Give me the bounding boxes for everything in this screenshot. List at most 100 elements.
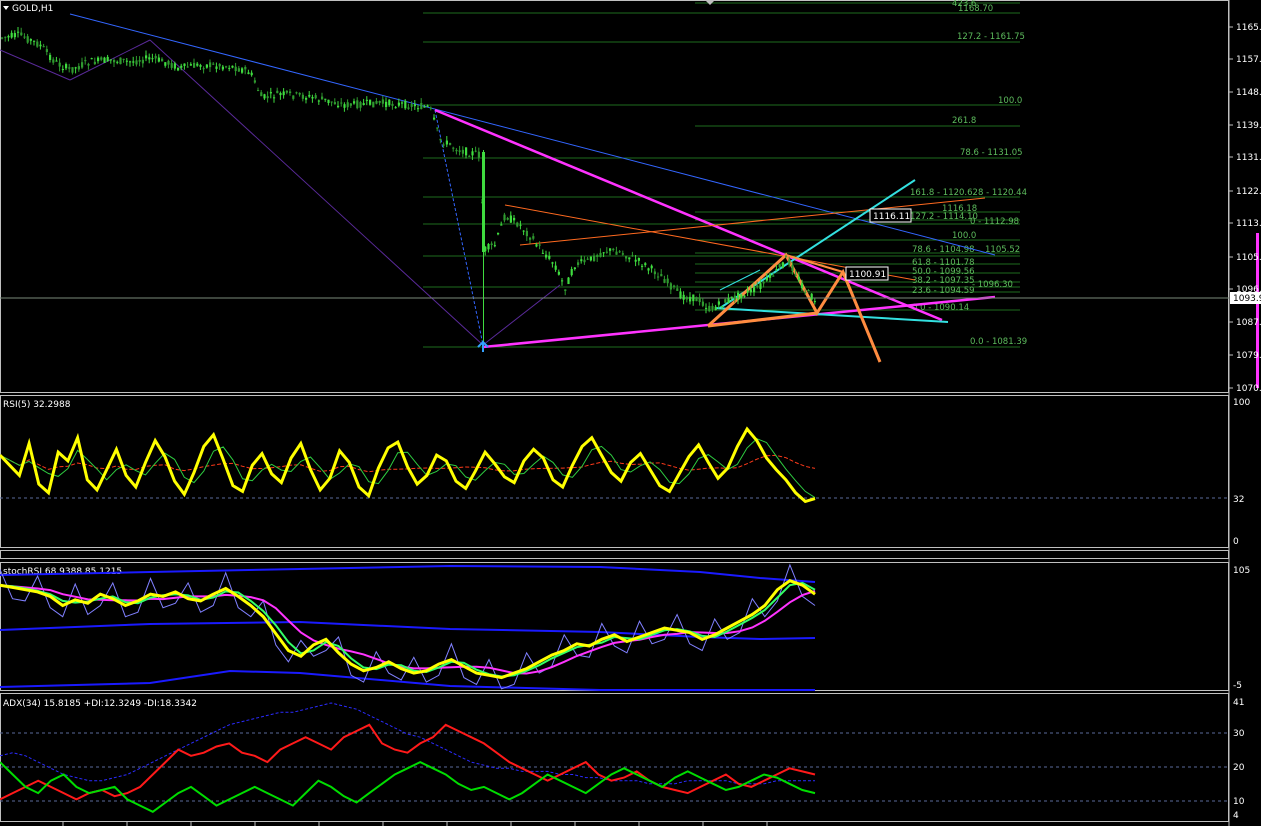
candle-body <box>119 57 122 65</box>
candle-body <box>631 255 634 257</box>
candle-body <box>10 32 13 38</box>
candle-body <box>417 108 420 110</box>
candle-body <box>497 232 500 235</box>
candle-body <box>388 99 391 106</box>
price-tick-label: 1122.2 <box>1236 187 1261 197</box>
candle-body <box>593 255 596 262</box>
candle-body <box>522 230 525 232</box>
candle-body <box>189 64 192 66</box>
candle-body <box>13 33 16 38</box>
candle-body <box>135 60 138 65</box>
price-box-2-text: 1100.91 <box>849 270 886 280</box>
candle-body <box>708 305 711 312</box>
candle-body <box>145 55 148 59</box>
candle-body <box>561 280 564 282</box>
candle-body <box>413 104 416 107</box>
candle-body <box>804 291 807 293</box>
candle-body <box>132 61 135 63</box>
candle-body <box>685 296 688 300</box>
candle-body <box>42 46 45 48</box>
candle-body <box>564 289 567 291</box>
candle-body <box>314 95 317 99</box>
candle-body <box>202 68 205 70</box>
candle-body <box>657 276 660 278</box>
candle-body <box>436 127 439 129</box>
candle-body <box>660 274 663 277</box>
stoch-axis-top: 105 <box>1233 566 1250 576</box>
candle-body <box>97 57 100 62</box>
candle-body <box>199 64 202 67</box>
candle-body <box>173 63 176 69</box>
candle-body <box>519 224 522 226</box>
chart-canvas[interactable]: 423.61168.70127.2 - 1161.75100.0261.878.… <box>0 0 1261 826</box>
candle-body <box>625 256 628 259</box>
candle-body <box>52 59 55 63</box>
candle-body <box>356 100 359 109</box>
candle-body <box>343 104 346 108</box>
candle-body <box>263 94 266 99</box>
candle-body <box>129 61 132 63</box>
candle-body <box>609 248 612 251</box>
purple-line-3 <box>149 39 484 346</box>
candle-body <box>474 150 477 152</box>
adx-axis-30: 30 <box>1233 729 1245 739</box>
candle-body <box>17 31 20 33</box>
candle-body <box>100 57 103 60</box>
candle-body <box>465 147 468 156</box>
candle-body <box>340 102 343 104</box>
candle-body <box>589 256 592 261</box>
candle-body <box>1 37 4 39</box>
candle-body <box>762 282 765 284</box>
candle-body <box>490 243 493 246</box>
candle-body <box>71 67 74 73</box>
candle-body <box>362 103 365 106</box>
candle-body <box>666 278 669 284</box>
candle-body <box>711 305 714 310</box>
candle-body <box>301 94 304 99</box>
candle-body <box>794 274 797 276</box>
candle-body <box>269 92 272 94</box>
candle-body <box>372 101 375 108</box>
candle-body <box>695 297 698 302</box>
candle-body <box>157 57 160 62</box>
candle-body <box>298 92 301 95</box>
candle-body <box>516 222 519 227</box>
adx-axis-20: 20 <box>1233 763 1245 773</box>
candle-body <box>487 244 490 250</box>
fib-level-label: 100.0 <box>998 96 1022 106</box>
candle-body <box>506 217 509 220</box>
rsi-axis-100: 100 <box>1233 398 1250 408</box>
stoch-axis-bottom: -5 <box>1233 681 1242 691</box>
candle-body <box>765 277 768 281</box>
price-tick-label: 1148.2 <box>1236 88 1261 98</box>
candle-body <box>90 58 93 60</box>
candle-body <box>471 151 474 156</box>
candle-body <box>324 98 327 100</box>
candle-body <box>554 265 557 270</box>
candle-body <box>717 301 720 305</box>
candle-body <box>353 101 356 104</box>
band-middle <box>0 620 816 641</box>
candle-body <box>305 97 308 100</box>
candle-body <box>109 59 112 61</box>
candle-body <box>183 63 186 66</box>
candle-body <box>772 275 775 277</box>
candle-body <box>404 100 407 109</box>
candle-body <box>177 67 180 71</box>
candle-body <box>701 301 704 306</box>
candle-body <box>452 147 455 149</box>
price-box-1-text: 1116.11 <box>873 212 910 222</box>
time-ticks <box>62 822 768 826</box>
candle-body <box>586 258 589 260</box>
candle-body <box>330 101 333 103</box>
chart-menu-icon[interactable] <box>3 6 9 10</box>
candle-body <box>161 58 164 62</box>
candle-body <box>151 58 154 60</box>
candles <box>1 27 816 348</box>
price-tick-label: 1165.7 <box>1236 23 1261 33</box>
candle-body <box>215 66 218 69</box>
candle-body <box>237 68 240 72</box>
fib-level-label: 0.0 - 1081.39 <box>970 337 1027 347</box>
adx-axis-41: 41 <box>1233 698 1244 708</box>
candle-body <box>138 60 141 62</box>
